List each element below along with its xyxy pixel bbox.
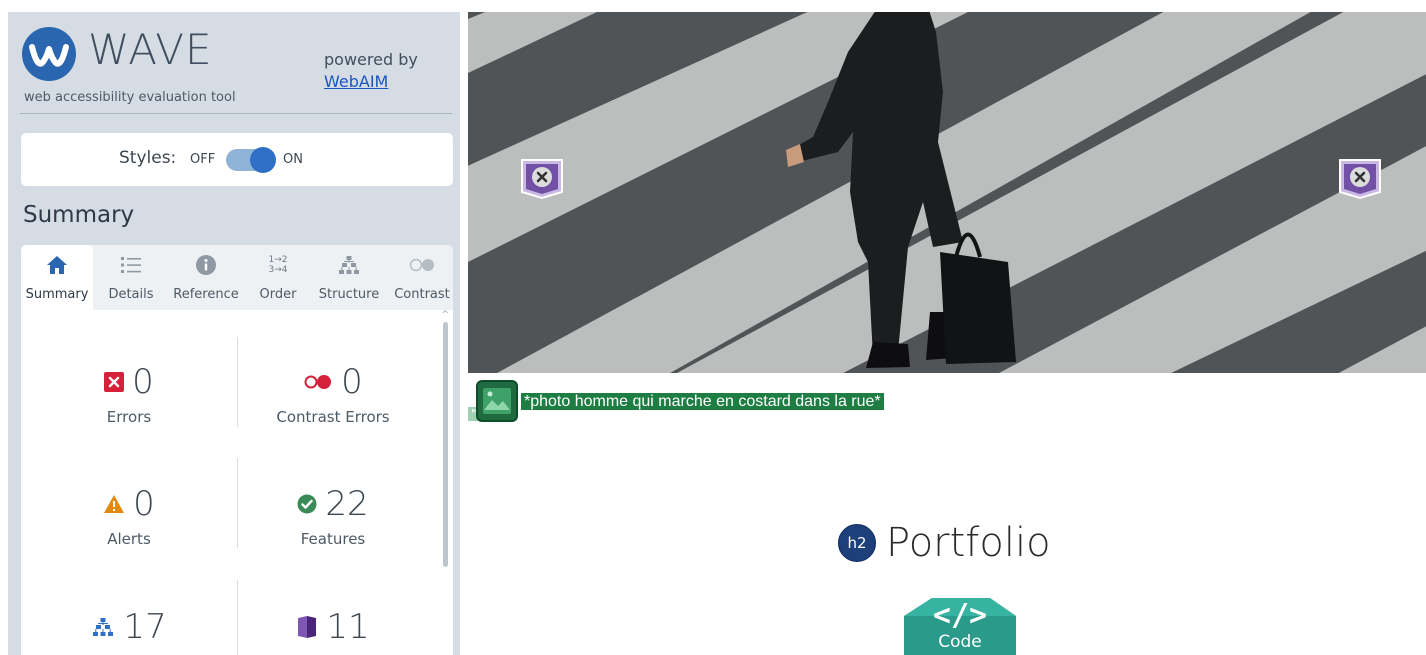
info-icon [167,253,245,277]
image-alt-icon[interactable] [476,380,518,422]
structure-icon [91,617,115,637]
webaim-link[interactable]: WebAIM [324,72,388,91]
styles-on-label: ON [283,152,303,167]
features-count: 22 [325,484,369,524]
stat-contrast-errors[interactable]: 0 Contrast Errors [233,360,433,426]
stat-structure[interactable]: 17 [29,605,229,649]
error-icon [104,372,125,392]
tab-contrast[interactable]: Contrast [391,245,453,310]
tab-label: Order [259,287,297,302]
powered-by-text: powered by [324,50,418,69]
alt-text-annotation: " 2" *photo homme qui marche en costard … [468,380,1426,422]
wave-subtitle: web accessibility evaluation tool [24,90,236,105]
code-label: Code [938,632,982,652]
tab-label: Reference [173,287,239,302]
structure-icon [313,253,385,277]
styles-off-label: OFF [190,152,216,167]
wave-header: WAVE web accessibility evaluation tool p… [8,12,460,114]
code-badge: </> Code [904,598,1016,655]
contrast-icon [391,253,453,277]
list-icon [105,253,157,277]
portfolio-title: Portfolio [886,520,1051,566]
portfolio-heading: h2 Portfolio [838,520,1051,566]
tab-label: Details [108,287,154,302]
tab-order[interactable]: 1→2 3→4 Order [254,245,302,310]
feature-icon [297,494,317,514]
errors-count: 0 [132,362,154,402]
tab-label: Contrast [394,287,450,302]
wave-title: WAVE [88,25,213,74]
structure-count: 17 [123,607,167,647]
stat-aria[interactable]: 11 [233,605,433,649]
styles-label: Styles: [119,148,177,168]
contrast-error-icon [303,374,333,390]
aria-icon [296,615,318,639]
toggle-knob [250,147,276,173]
aria-hidden-icon[interactable] [520,158,564,200]
wave-sidebar: WAVE web accessibility evaluation tool p… [8,12,460,655]
tab-structure[interactable]: Structure [313,245,385,310]
wave-logo-icon [22,27,76,81]
h2-icon[interactable]: h2 [838,524,876,562]
aria-count: 11 [326,607,370,647]
tab-summary[interactable]: Summary [21,245,93,310]
stat-errors[interactable]: 0 Errors [29,360,229,426]
code-icon: </> [932,598,988,633]
alt-text: *photo homme qui marche en costard dans … [521,393,884,410]
aria-hidden-icon[interactable] [1338,158,1382,200]
summary-panel: ^ 0 Errors 0 Contrast Errors 0 Alerts 22… [21,310,453,655]
errors-label: Errors [106,408,152,426]
tab-details[interactable]: Details [105,245,157,310]
order-icon: 1→2 3→4 [268,255,288,275]
styles-toggle-panel: Styles: OFF ON [21,133,453,186]
scrollbar-thumb[interactable] [443,322,448,567]
hero-photo [468,12,1426,373]
wave-tabs: Summary Details Reference 1→2 3→4 Order … [21,245,453,310]
home-icon [21,253,93,277]
contrast-errors-label: Contrast Errors [276,408,390,426]
stat-alerts[interactable]: 0 Alerts [29,482,229,548]
alerts-count: 0 [133,484,155,524]
alerts-label: Alerts [107,530,151,548]
tab-label: Structure [318,287,380,302]
stat-features[interactable]: 22 Features [233,482,433,548]
header-divider [20,113,452,114]
contrast-errors-count: 0 [341,362,363,402]
tab-reference[interactable]: Reference [167,245,245,310]
summary-heading: Summary [23,202,135,228]
crosswalk-image [468,12,1426,373]
styles-toggle-switch[interactable] [226,147,276,173]
alert-icon [103,494,125,514]
tab-label: Summary [25,287,89,302]
features-label: Features [300,530,366,548]
scroll-up-arrow-icon[interactable]: ^ [441,310,449,320]
